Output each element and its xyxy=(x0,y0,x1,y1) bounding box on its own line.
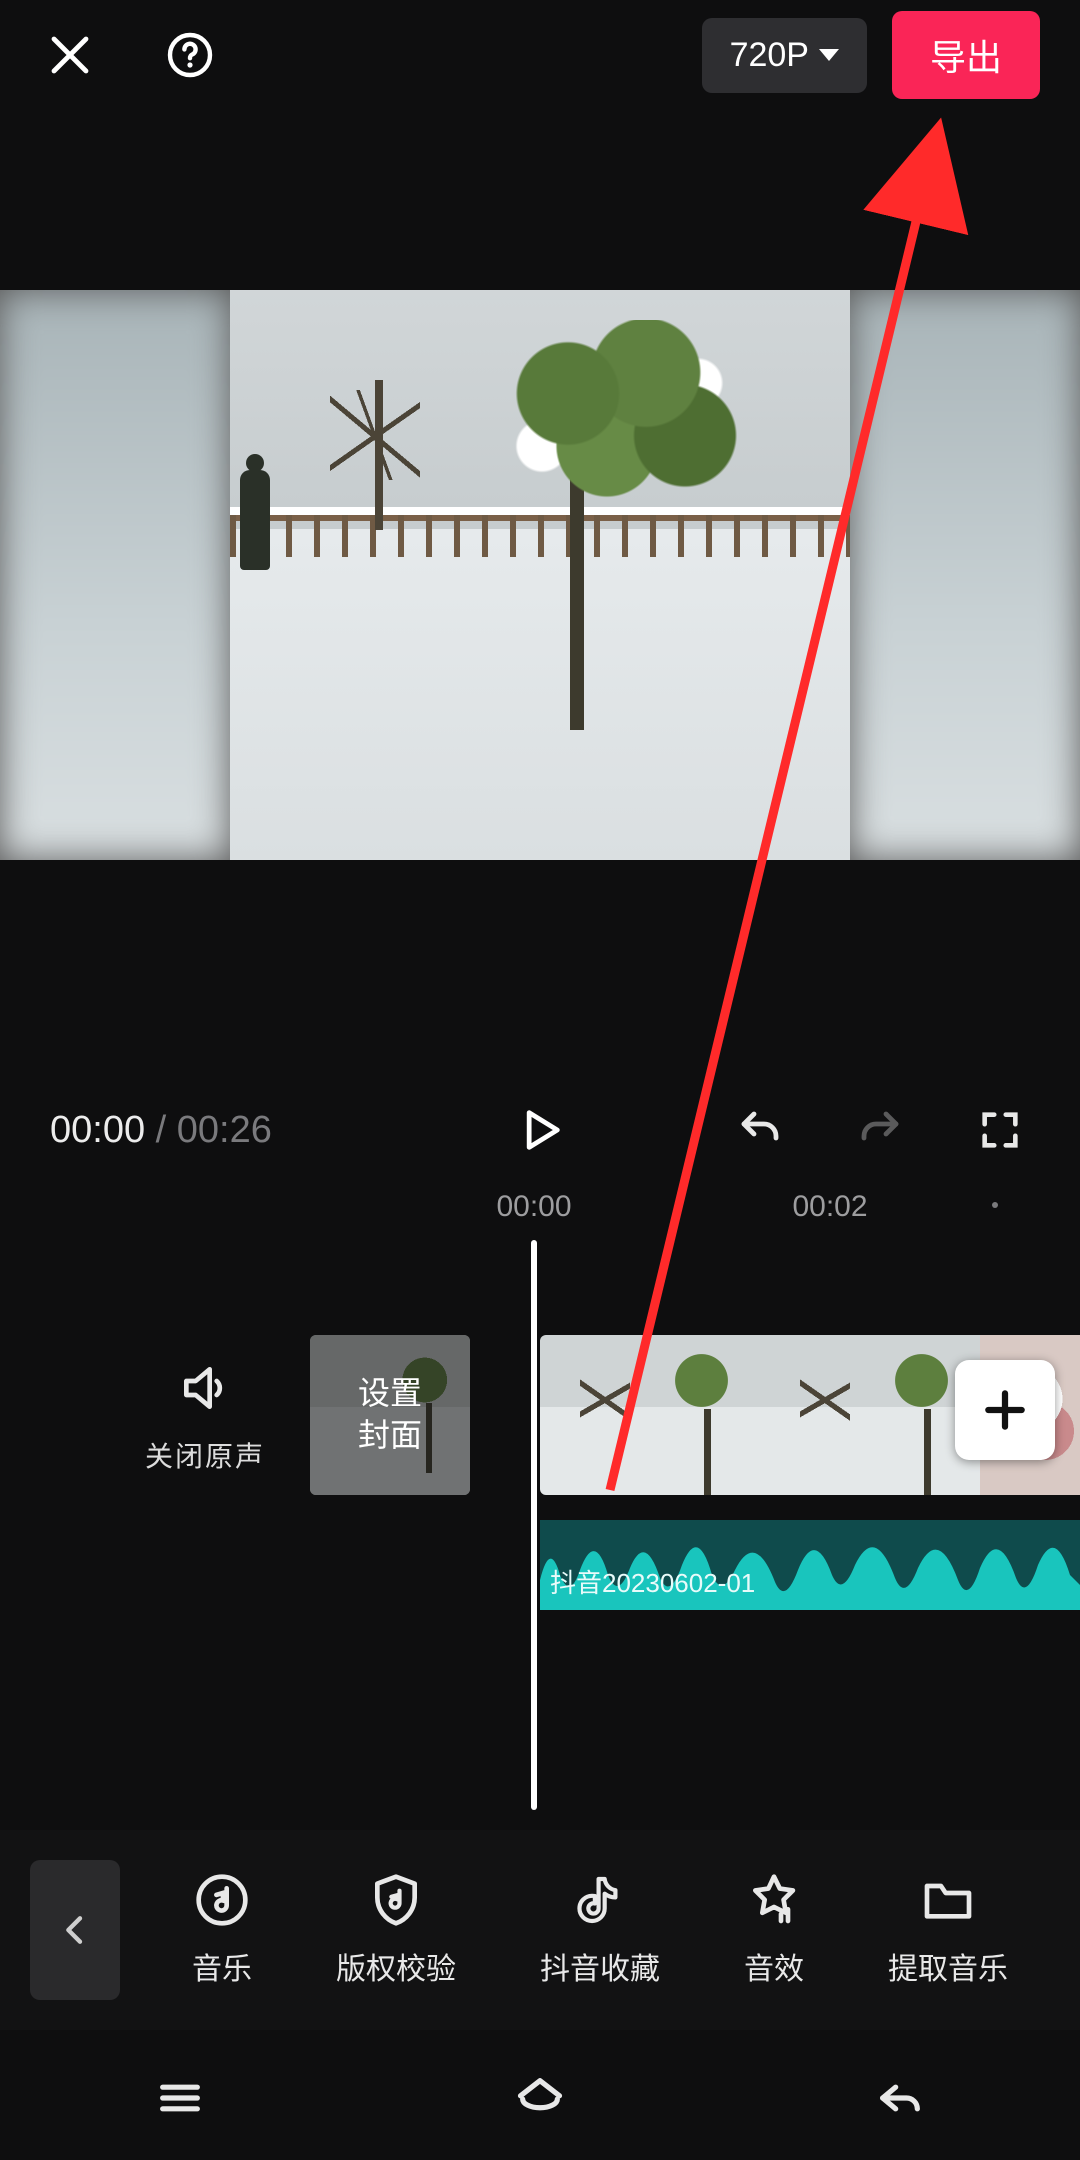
resolution-label: 720P xyxy=(730,36,809,75)
bottom-toolbar: 音乐 版权校验 抖音收藏 音效 提取音乐 xyxy=(0,1830,1080,2030)
close-button[interactable] xyxy=(40,25,100,85)
tool-label: 音效 xyxy=(744,1944,804,1988)
tool-copyright[interactable]: 版权校验 xyxy=(336,1872,456,1988)
system-nav-bar xyxy=(0,2040,1080,2160)
cover-label: 设置 封面 xyxy=(310,1335,470,1495)
chevron-left-icon xyxy=(55,1910,95,1950)
tool-douyin-favorites[interactable]: 抖音收藏 xyxy=(540,1872,660,1988)
video-preview[interactable] xyxy=(0,290,1080,860)
player-controls: 00:00 / 00:26 xyxy=(0,1080,1080,1180)
duration: 00:26 xyxy=(177,1109,272,1151)
play-icon xyxy=(514,1104,566,1156)
help-button[interactable] xyxy=(160,25,220,85)
ruler-dot xyxy=(992,1202,998,1208)
tool-music[interactable]: 音乐 xyxy=(192,1872,252,1988)
tool-label: 抖音收藏 xyxy=(540,1944,660,1988)
fullscreen-icon xyxy=(977,1107,1023,1153)
audio-clip[interactable]: 抖音20230602-01 xyxy=(540,1520,1080,1610)
play-button[interactable] xyxy=(510,1100,570,1160)
preview-blur-left xyxy=(0,290,230,860)
current-time: 00:00 xyxy=(50,1109,145,1151)
fullscreen-button[interactable] xyxy=(970,1100,1030,1160)
preview-frame xyxy=(230,290,850,860)
toolbar-back-button[interactable] xyxy=(30,1860,120,2000)
tool-sound-effects[interactable]: 音效 xyxy=(744,1872,804,1988)
nav-recents-button[interactable] xyxy=(145,2072,215,2129)
home-outline-icon xyxy=(505,2072,575,2124)
tool-label: 版权校验 xyxy=(336,1944,456,1988)
clip-frame xyxy=(760,1335,980,1495)
add-clip-button[interactable] xyxy=(955,1360,1055,1460)
time-display: 00:00 / 00:26 xyxy=(50,1109,272,1152)
ruler-tick: 00:00 xyxy=(496,1190,571,1224)
star-bars-icon xyxy=(746,1872,802,1928)
back-icon xyxy=(865,2072,935,2124)
ruler-tick: 00:02 xyxy=(792,1190,867,1224)
set-cover-button[interactable]: 设置 封面 xyxy=(310,1335,470,1495)
plus-icon xyxy=(980,1385,1030,1435)
export-label: 导出 xyxy=(930,37,1002,78)
menu-icon xyxy=(145,2072,215,2124)
tool-label: 提取音乐 xyxy=(888,1944,1008,1988)
douyin-icon xyxy=(572,1872,628,1928)
mute-original-sound[interactable]: 关闭原声 xyxy=(140,1360,270,1475)
redo-icon xyxy=(856,1106,904,1154)
close-icon xyxy=(46,31,94,79)
playhead[interactable] xyxy=(531,1240,537,1810)
music-note-icon xyxy=(194,1872,250,1928)
resolution-button[interactable]: 720P xyxy=(702,18,867,93)
export-button[interactable]: 导出 xyxy=(892,11,1040,99)
undo-button[interactable] xyxy=(730,1100,790,1160)
folder-icon xyxy=(920,1872,976,1928)
nav-home-button[interactable] xyxy=(505,2072,575,2129)
shield-music-icon xyxy=(368,1872,424,1928)
audio-clip-label: 抖音20230602-01 xyxy=(550,1563,755,1600)
undo-icon xyxy=(736,1106,784,1154)
mute-label: 关闭原声 xyxy=(140,1435,270,1475)
timeline-ruler[interactable]: 00:00 00:02 xyxy=(0,1190,1080,1245)
preview-blur-right xyxy=(850,290,1080,860)
nav-back-button[interactable] xyxy=(865,2072,935,2129)
timeline-tracks[interactable]: 关闭原声 设置 封面 抖音20230602-01 xyxy=(0,1260,1080,1880)
speaker-icon xyxy=(177,1360,233,1416)
tool-extract-music[interactable]: 提取音乐 xyxy=(888,1872,1008,1988)
dropdown-icon xyxy=(819,49,839,61)
help-icon xyxy=(166,31,214,79)
clip-frame xyxy=(540,1335,760,1495)
redo-button[interactable] xyxy=(850,1100,910,1160)
top-bar: 720P 导出 xyxy=(0,0,1080,110)
tool-label: 音乐 xyxy=(192,1944,252,1988)
